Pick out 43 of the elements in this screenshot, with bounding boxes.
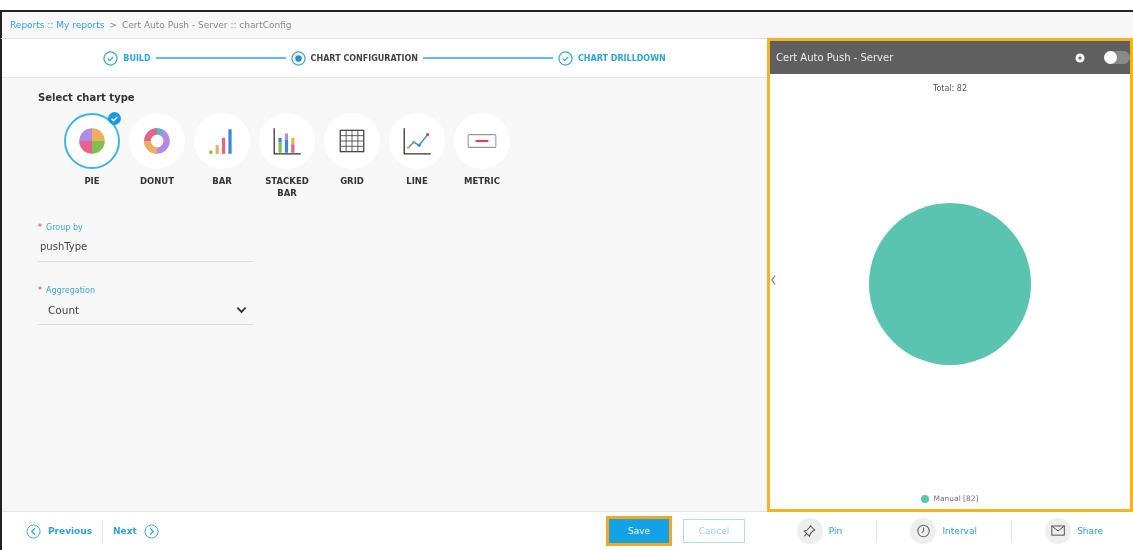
chart-type-label: GRID: [339, 175, 365, 187]
field-label: Group by: [46, 223, 83, 232]
pin-icon: [802, 524, 818, 538]
chart-title: Total: 82: [932, 84, 968, 93]
chart-type-label: DONUT: [138, 175, 176, 187]
clock-icon: [915, 524, 931, 538]
toggle-switch[interactable]: [1104, 51, 1130, 64]
envelope-icon: [1050, 524, 1066, 538]
field-label: Aggregation: [46, 286, 95, 295]
preview-title: Cert Auto Push - Server: [776, 52, 895, 63]
chart-type-label: PIE: [83, 175, 101, 187]
section-title: Select chart type: [38, 92, 136, 103]
share-button[interactable]: Share: [1039, 517, 1110, 545]
required-asterisk: *: [38, 286, 42, 295]
chart-type-option[interactable]: [64, 113, 120, 169]
chart-type-label: STACKED BAR: [265, 175, 309, 199]
chart-type-label: METRIC: [463, 175, 501, 187]
step-label[interactable]: CHART CONFIGURATION: [310, 53, 418, 63]
chevron-left-icon: [26, 523, 41, 539]
interval-button[interactable]: Interval: [904, 517, 983, 545]
step-label[interactable]: CHART DRILLDOWN: [577, 53, 666, 63]
breadcrumb-link[interactable]: Reports :: My reports: [10, 20, 105, 30]
donut-chart-icon: [141, 125, 173, 157]
chevron-right-icon: [143, 523, 159, 539]
required-asterisk: *: [38, 223, 42, 232]
save-button[interactable]: Save: [609, 519, 669, 543]
caret-icon: [236, 305, 247, 314]
breadcrumb-current: Cert Auto Push - Server :: chartConfig: [122, 20, 292, 30]
line-chart-icon: [401, 125, 433, 157]
chart-type-label: LINE: [405, 175, 429, 187]
settings-icon[interactable]: [1074, 51, 1086, 64]
selected-check-icon: [108, 112, 121, 125]
cancel-button[interactable]: Cancel: [683, 519, 745, 543]
aggregation-dropdown[interactable]: Count: [38, 295, 253, 325]
input-field[interactable]: pushType: [38, 232, 253, 262]
step-label[interactable]: BUILD: [123, 53, 151, 63]
breadcrumb-separator: >: [109, 20, 117, 30]
previous-button[interactable]: Previous: [26, 523, 93, 539]
pie-chart-icon: [76, 125, 108, 157]
stacked-bar-chart-icon: [271, 125, 303, 157]
next-button[interactable]: Next: [113, 523, 159, 539]
chart-type-label: BAR: [211, 175, 233, 187]
pin-button[interactable]: Pin: [790, 517, 849, 545]
